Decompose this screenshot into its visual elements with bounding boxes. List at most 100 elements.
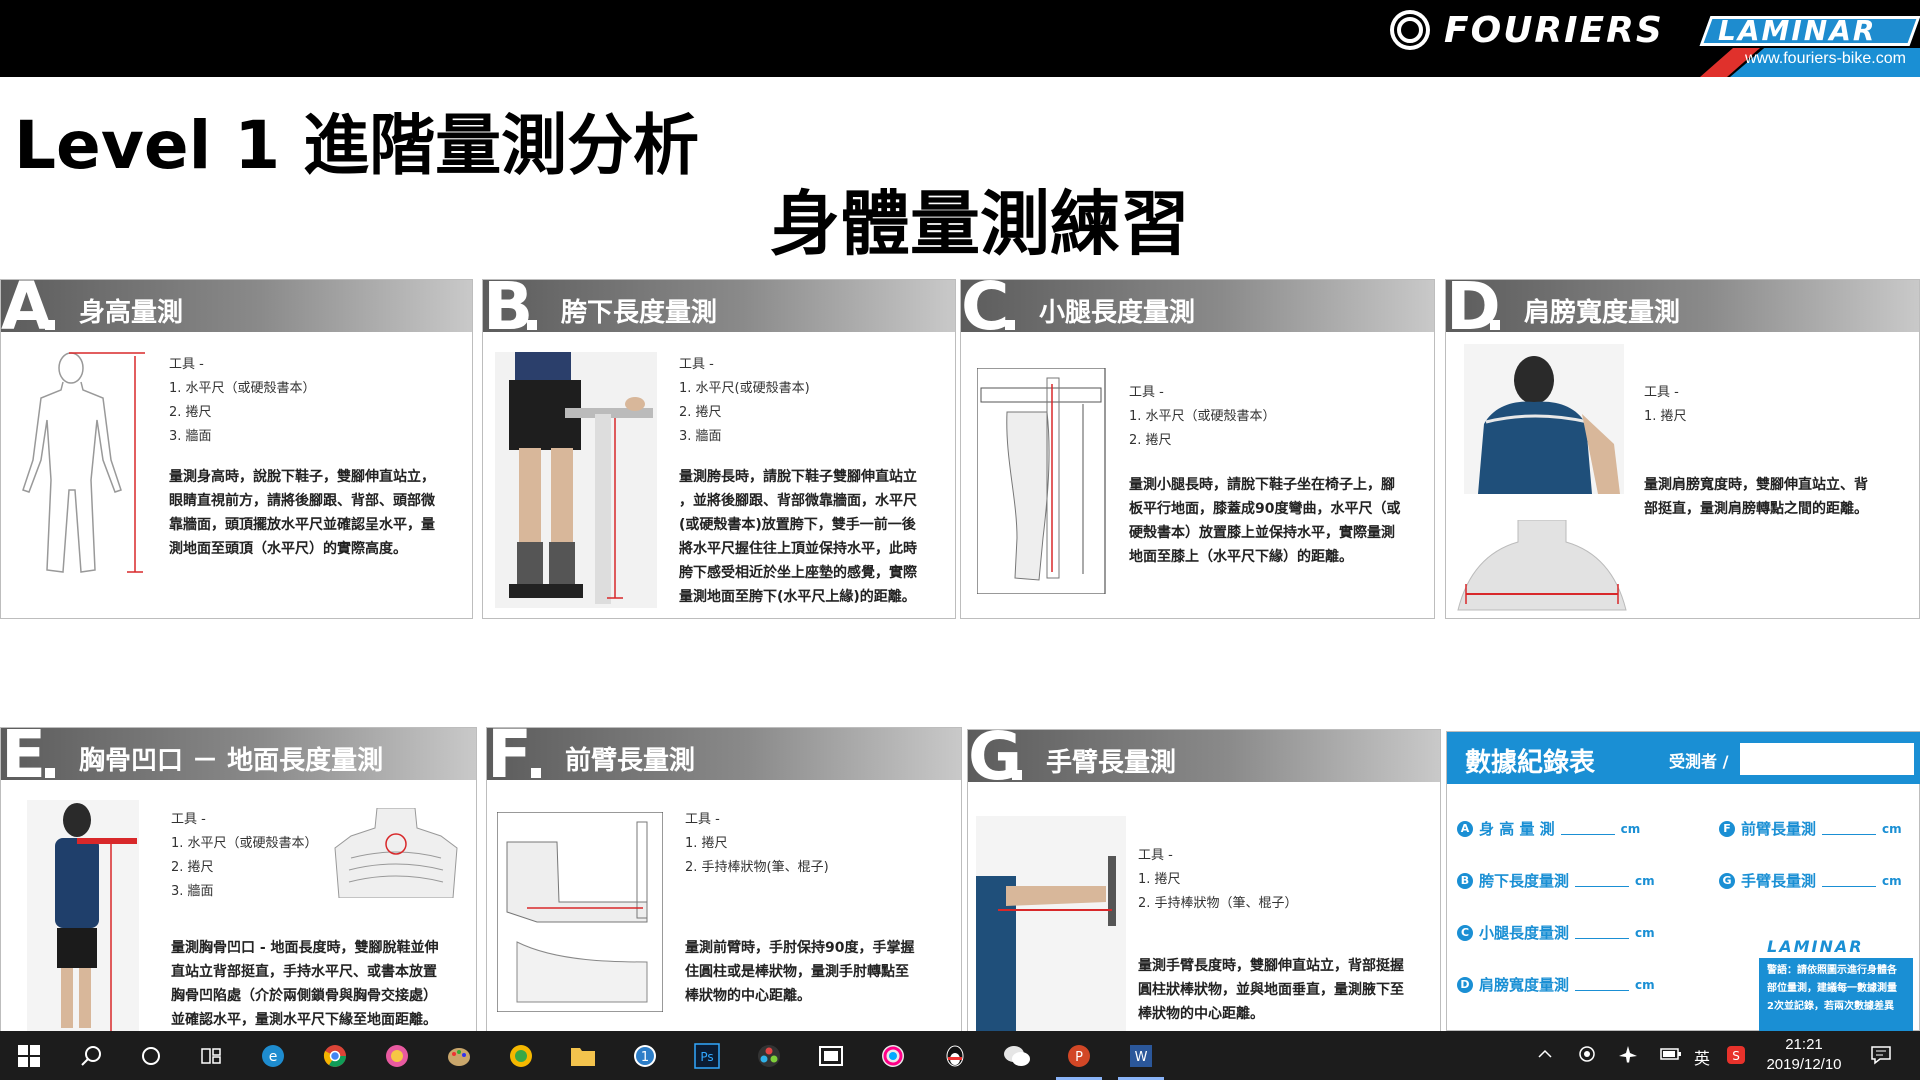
desc-line: 量測小腿長時，請脫下鞋子坐在椅子上，腳	[1129, 477, 1395, 493]
word-icon[interactable]: W	[1126, 1041, 1156, 1071]
ribcage-illustration	[334, 808, 458, 898]
chevron-up-icon[interactable]	[1536, 1045, 1554, 1067]
desc-line: 胸骨凹陷處（介於兩側鎖骨與胸骨交接處）	[171, 988, 437, 1004]
wechat-icon[interactable]	[1002, 1041, 1032, 1071]
desc-line: 胯下感受相近於坐上座墊的感覺，實際	[679, 565, 917, 581]
record-row-forearm[interactable]: F 前臂長量測 cm	[1719, 818, 1902, 839]
desc-line: 量測前臂時，手肘保持90度，手掌握	[685, 940, 915, 956]
desc-line: 板平行地面，膝蓋成90度彎曲，水平尺（或	[1129, 501, 1401, 517]
value-blank[interactable]	[1822, 823, 1877, 835]
record-row-height[interactable]: A 身 高 量 測 cm	[1457, 818, 1640, 839]
card-letter: G	[968, 718, 1023, 795]
tool-heading: 工具 -	[1138, 848, 1173, 863]
desc-line: 地面至膝上（水平尺下緣）的距離。	[1129, 549, 1353, 565]
folder-icon[interactable]	[568, 1041, 598, 1071]
card-header	[1446, 280, 1919, 332]
card-header	[483, 280, 955, 332]
green-app-icon[interactable]	[506, 1041, 536, 1071]
record-row-inseam[interactable]: B 胯下長度量測 cm	[1457, 870, 1655, 891]
edge-browser-icon[interactable]: e	[258, 1041, 288, 1071]
data-record-table: 數據紀錄表 受測者 / A 身 高 量 測 cm B 胯下長度量測 cm C 小…	[1446, 731, 1920, 1032]
clock-time: 21:21	[1785, 1036, 1823, 1053]
tester-label: 受測者 /	[1669, 752, 1729, 771]
unit-label: cm	[1635, 873, 1655, 888]
record-tray-icon[interactable]	[1578, 1045, 1596, 1067]
tool-item: 2. 手持棒狀物（筆、棍子）	[1138, 896, 1298, 911]
search-icon[interactable]	[76, 1041, 106, 1071]
record-row-shoulder[interactable]: D 肩膀寬度量測 cm	[1457, 974, 1655, 995]
value-blank[interactable]	[1575, 875, 1630, 887]
unit-label: cm	[1620, 821, 1641, 836]
desc-line: 量測身高時，說脫下鞋子，雙腳伸直站立，	[169, 469, 435, 485]
svg-text:Ps: Ps	[700, 1050, 713, 1064]
card-title: 小腿長度量測	[1039, 298, 1196, 328]
desc-line: 靠牆面，頭頂擺放水平尺並確認呈水平，量	[169, 517, 435, 533]
card-title: 胯下長度量測	[561, 298, 718, 328]
system-clock[interactable]: 21:21 2019/12/10	[1752, 1035, 1856, 1075]
card-letter: D	[1446, 268, 1501, 345]
card-title: 手臂長量測	[1046, 748, 1177, 778]
tool-item: 3. 牆面	[169, 429, 212, 444]
website-url[interactable]: www.fouriers-bike.com	[1745, 50, 1906, 68]
value-blank[interactable]	[1575, 979, 1630, 991]
battery-icon[interactable]	[1660, 1045, 1682, 1067]
chrome-icon[interactable]	[320, 1041, 350, 1071]
notification-icon[interactable]	[1870, 1045, 1892, 1069]
desc-line: 棒狀物的中心距離。	[685, 988, 811, 1004]
paint-app-icon[interactable]	[444, 1041, 474, 1071]
powerpoint-icon[interactable]: P	[1064, 1041, 1094, 1071]
davinci-icon[interactable]	[754, 1041, 784, 1071]
value-blank[interactable]	[1822, 875, 1877, 887]
info-app-icon[interactable]: 1	[630, 1041, 660, 1071]
pinwheel-app-icon[interactable]	[382, 1041, 412, 1071]
fouriers-gear-icon	[1390, 10, 1430, 50]
card-height: A 身高量測 工具 - 1. 水平尺（或硬殼書本） 2. 捲尺 3. 牆面 量測…	[0, 274, 473, 619]
value-blank[interactable]	[1575, 927, 1630, 939]
card-letter: A	[1, 268, 53, 345]
unit-label: cm	[1882, 873, 1902, 888]
tool-item: 3. 牆面	[171, 884, 214, 899]
input-method-indicator[interactable]: 英	[1694, 1045, 1710, 1069]
desc-line: (或硬殼書本)放置胯下，雙手一前一後	[679, 517, 916, 533]
task-view-icon[interactable]	[196, 1041, 226, 1071]
tester-name-field[interactable]	[1739, 742, 1915, 776]
card-header	[968, 730, 1440, 782]
svg-text:e: e	[269, 1049, 278, 1065]
svg-text:W: W	[1135, 1050, 1148, 1065]
tool-item: 3. 牆面	[679, 429, 722, 444]
card-calf-length: C 小腿長度量測 工具 - 1. 水平尺（或硬殼書本） 2. 捲尺 量測小腿長時…	[960, 274, 1435, 619]
record-row-calf[interactable]: C 小腿長度量測 cm	[1457, 922, 1655, 943]
tool-heading: 工具 -	[1644, 385, 1679, 400]
cortana-icon[interactable]	[136, 1041, 166, 1071]
desc-line: 量測手臂長度時，雙腳伸直站立，背部挺握	[1138, 958, 1404, 974]
qq-penguin-icon[interactable]	[940, 1041, 970, 1071]
video-editor-icon[interactable]	[816, 1041, 846, 1071]
photoshop-icon[interactable]: Ps	[692, 1041, 722, 1071]
value-blank[interactable]	[1560, 823, 1615, 835]
row-label: 胯下長度量測	[1479, 872, 1570, 890]
svg-text:S: S	[1732, 1049, 1740, 1063]
card-title: 肩膀寬度量測	[1524, 298, 1681, 328]
tool-heading: 工具 -	[685, 812, 720, 827]
desc-line: 量測地面至胯下(水平尺上緣)的距離。	[679, 589, 916, 605]
shoulder-photo	[1464, 344, 1624, 494]
warning-line: 部位量測，建議每一數據測量	[1767, 983, 1897, 994]
airplane-mode-icon[interactable]	[1618, 1045, 1638, 1069]
card-dot	[45, 320, 55, 330]
tools-list: 工具 - 1. 水平尺(或硬殼書本) 2. 捲尺 3. 牆面	[679, 353, 810, 449]
windows-start-icon[interactable]	[14, 1041, 44, 1071]
unit-label: cm	[1635, 977, 1655, 992]
card-dot	[1012, 770, 1022, 780]
card-dot	[45, 768, 55, 778]
color-wheel-icon[interactable]	[878, 1041, 908, 1071]
row-badge: D	[1457, 976, 1473, 993]
desc-line: 直站立背部挺直，手持水平尺、或書本放置	[171, 964, 437, 980]
instruction-text: 量測手臂長度時，雙腳伸直站立，背部挺握 圓柱狀棒狀物，並與地面垂直，量測腋下至 …	[1138, 954, 1404, 1026]
desc-line: 部挺直，量測肩膀轉點之間的距離。	[1644, 501, 1868, 517]
desc-line: 眼睛直視前方，請將後腳跟、背部、頭部微	[169, 493, 435, 509]
sogou-ime-icon[interactable]: S	[1726, 1045, 1746, 1069]
record-row-arm[interactable]: G 手臂長量測 cm	[1719, 870, 1902, 891]
desc-line: ，並將後腳跟、背部微靠牆面，水平尺	[679, 493, 917, 509]
row-badge: G	[1719, 872, 1735, 889]
forearm-illustration	[497, 812, 663, 1012]
